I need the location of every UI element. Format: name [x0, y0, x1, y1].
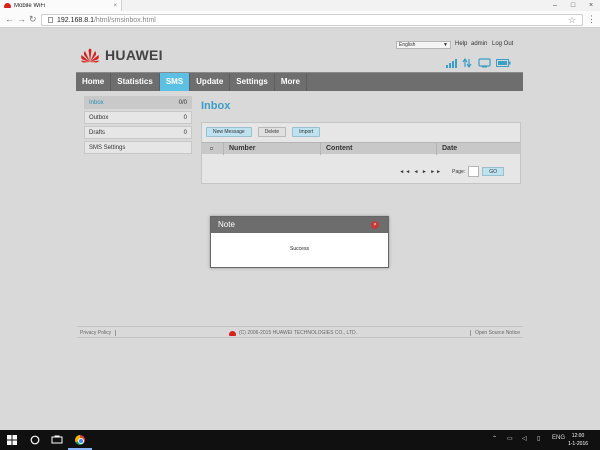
url-path: /html/smsinbox.html	[93, 16, 156, 24]
huawei-mini-logo-icon	[229, 330, 236, 336]
help-link[interactable]: Help	[455, 41, 467, 47]
column-number: Number	[224, 143, 321, 155]
window-close-icon[interactable]: ×	[582, 0, 600, 11]
open-source-notice-link[interactable]: Open Source Notice	[469, 330, 520, 336]
battery-icon	[496, 59, 511, 67]
sidebar-item-sms-settings[interactable]: SMS Settings	[84, 141, 192, 154]
wifi-device-icon	[478, 58, 491, 68]
nav-more[interactable]: More	[275, 73, 307, 91]
sms-sidebar: Inbox 0/0 Outbox 0 Drafts 0 SMS Settings	[84, 96, 192, 156]
system-clock[interactable]: 12:00 1-1-2016	[568, 432, 588, 448]
tab-close-icon[interactable]: ×	[113, 3, 117, 9]
sidebar-item-label: Drafts	[89, 129, 106, 136]
language-select[interactable]: English ▼	[396, 41, 451, 49]
logout-link[interactable]: Log Out	[492, 41, 513, 47]
tray-ime-icon[interactable]: ▯	[537, 435, 540, 442]
chevron-down-icon: ▼	[443, 42, 448, 48]
page-title: Inbox	[201, 100, 231, 112]
sidebar-item-label: SMS Settings	[89, 144, 126, 151]
tray-network-icon[interactable]: ▭	[507, 435, 513, 442]
go-button[interactable]: GO	[482, 167, 504, 176]
sidebar-item-count: 0	[183, 114, 187, 121]
tray-chevron-icon[interactable]: ⌃	[492, 435, 497, 442]
clock-date: 1-1-2016	[567, 441, 588, 447]
pager-arrows-icon[interactable]: ◄◄ ◄ ► ►►	[399, 169, 442, 175]
status-icons	[444, 58, 514, 68]
windows-taskbar: ⌃ ▭ ◁ ▯ ENG 12:00 1-1-2016	[0, 430, 600, 450]
select-all-checkbox[interactable]	[210, 147, 213, 150]
sidebar-item-outbox[interactable]: Outbox 0	[84, 111, 192, 124]
dialog-close-icon[interactable]: ×	[371, 221, 379, 229]
browser-titlebar: Mobile WiFi × – □ ×	[0, 0, 600, 11]
data-transfer-icon	[462, 58, 472, 68]
minimize-icon[interactable]: –	[546, 0, 564, 11]
search-circle-icon[interactable]	[30, 435, 40, 445]
window-controls: – □ ×	[546, 0, 600, 11]
nav-home[interactable]: Home	[76, 73, 112, 91]
copyright-text: (C) 2006-2015 HUAWEI TECHNOLOGIES CO., L…	[239, 330, 357, 336]
column-date: Date	[442, 145, 458, 152]
sidebar-item-label: Inbox	[89, 99, 104, 106]
sidebar-item-count: 0	[183, 129, 187, 136]
copyright: (C) 2006-2015 HUAWEI TECHNOLOGIES CO., L…	[229, 330, 357, 336]
page-label: Page:	[452, 168, 466, 175]
huawei-flower-icon	[81, 48, 99, 63]
tab-title: Mobile WiFi	[14, 2, 46, 9]
tray-language[interactable]: ENG	[552, 435, 565, 441]
browser-toolbar: ← → ↻ 192.168.8.1/html/smsinbox.html ☆ ⋮	[0, 11, 600, 28]
page-input[interactable]	[468, 166, 480, 177]
huawei-logo: HUAWEI	[80, 47, 163, 63]
dialog-title: Note	[218, 220, 235, 229]
back-arrow-icon[interactable]: ←	[5, 14, 14, 24]
sidebar-item-count: 0/0	[178, 99, 187, 106]
new-message-button[interactable]: New Message	[206, 127, 252, 137]
column-content: Content	[321, 143, 437, 155]
nav-statistics[interactable]: Statistics	[111, 73, 160, 91]
maximize-icon[interactable]: □	[564, 0, 582, 11]
sidebar-item-drafts[interactable]: Drafts 0	[84, 126, 192, 139]
sidebar-item-label: Outbox	[89, 114, 109, 121]
page-icon	[48, 17, 53, 23]
message-table-header: Number Content Date	[202, 142, 520, 155]
sidebar-item-inbox[interactable]: Inbox 0/0	[84, 96, 192, 109]
signal-icon	[446, 59, 457, 68]
user-name: admin	[471, 41, 488, 47]
language-value: English	[399, 42, 416, 48]
inbox-panel: New Message Delete Import Number Content…	[201, 122, 521, 184]
task-view-icon[interactable]	[51, 435, 63, 445]
huawei-favicon-icon	[4, 3, 11, 8]
dialog-header: Note ×	[211, 217, 388, 233]
delete-button[interactable]: Delete	[257, 127, 287, 137]
nav-sms[interactable]: SMS	[159, 73, 191, 91]
pager: ◄◄ ◄ ► ►► Page: GO	[399, 166, 504, 177]
inbox-toolbar: New Message Delete Import	[206, 127, 321, 137]
reload-icon[interactable]: ↻	[29, 14, 37, 24]
address-bar[interactable]: 192.168.8.1/html/smsinbox.html ☆	[41, 14, 583, 26]
select-all-cell[interactable]	[202, 143, 224, 155]
privacy-policy-link[interactable]: Privacy Policy	[80, 330, 117, 336]
browser-menu-icon[interactable]: ⋮	[587, 14, 596, 24]
note-dialog: Note × Success	[210, 216, 389, 268]
dialog-message: Success	[290, 246, 309, 252]
bookmark-star-icon[interactable]: ☆	[568, 15, 576, 25]
forward-arrow-icon[interactable]: →	[17, 14, 26, 24]
import-button[interactable]: Import	[292, 127, 321, 137]
url-host: 192.168.8.1	[57, 16, 94, 24]
clock-time: 12:00	[571, 433, 585, 439]
tray-volume-icon[interactable]: ◁	[522, 435, 527, 442]
web-page: HUAWEI English ▼ Help admin Log Out Home	[0, 28, 600, 430]
brand-name: HUAWEI	[105, 47, 163, 63]
main-nav: Home Statistics SMS Update Settings More	[76, 72, 523, 91]
windows-start-icon[interactable]	[7, 435, 17, 445]
nav-update[interactable]: Update	[190, 73, 231, 91]
page-footer: Privacy Policy (C) 2006-2015 HUAWEI TECH…	[77, 326, 523, 338]
chrome-taskbar-icon[interactable]	[75, 435, 85, 445]
nav-settings[interactable]: Settings	[230, 73, 275, 91]
browser-tab[interactable]: Mobile WiFi ×	[0, 0, 122, 11]
